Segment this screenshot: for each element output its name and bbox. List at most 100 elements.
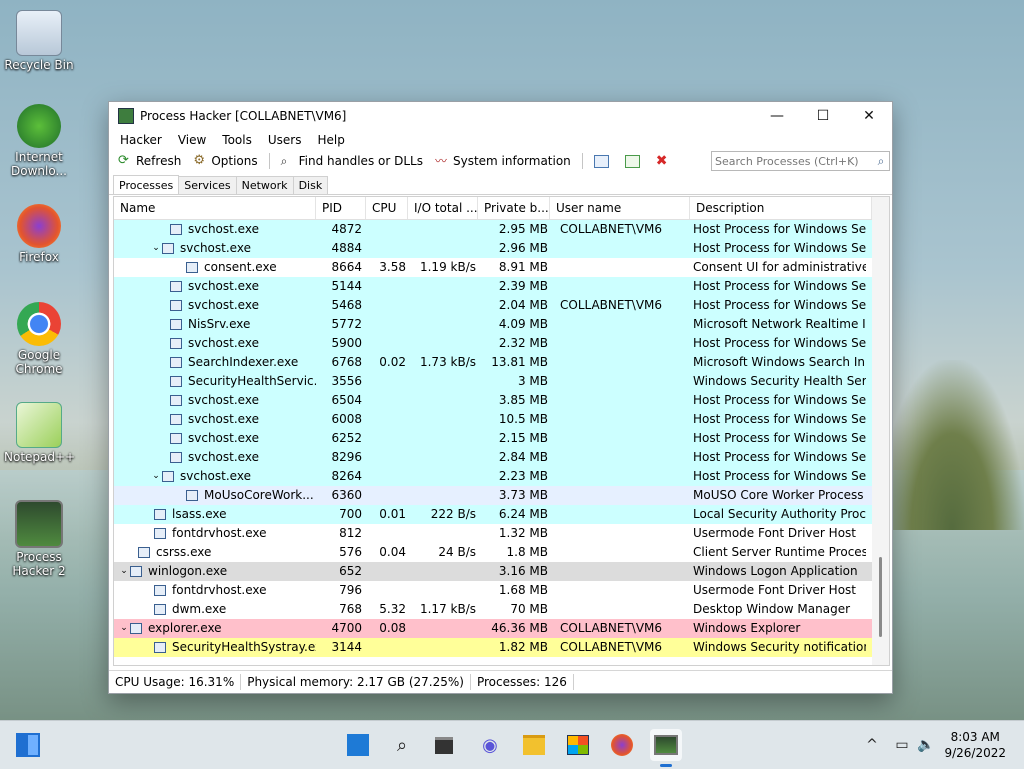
vertical-scrollbar[interactable] (872, 197, 889, 665)
search-icon: ⌕ (877, 153, 885, 168)
title-bar[interactable]: Process Hacker [COLLABNET\VM6] — ☐ ✕ (109, 102, 892, 130)
cell-pid: 6504 (331, 393, 362, 407)
table-row[interactable]: svchost.exe 6008 10.5 MB Host Process for W… (114, 410, 889, 429)
column-header-cpu[interactable]: CPU (366, 197, 408, 219)
cell-cpu (366, 429, 408, 448)
table-row[interactable]: ⌄ svchost.exe 8264 2.23 MB Host Process for … (114, 467, 889, 486)
table-row[interactable]: SecurityHealthServic... 3556 3 MB Windows S… (114, 372, 889, 391)
scrollbar-thumb[interactable] (879, 557, 882, 637)
desktop-icon-notepadpp[interactable]: Notepad++ (4, 402, 75, 464)
column-header-private-bytes[interactable]: Private b... (478, 197, 550, 219)
cell-pid: 768 (339, 602, 362, 616)
file-explorer-button[interactable] (518, 729, 550, 761)
table-row[interactable]: svchost.exe 5900 2.32 MB Host Process for W… (114, 334, 889, 353)
column-header-user-name[interactable]: User name (550, 197, 690, 219)
show-hidden-icons-button[interactable]: ^ (860, 729, 884, 761)
table-row[interactable]: NisSrv.exe 5772 4.09 MB Microsoft Network R… (114, 315, 889, 334)
search-button[interactable]: ⌕ (386, 729, 418, 761)
chevron-down-icon[interactable]: ⌄ (150, 239, 162, 258)
table-row[interactable]: fontdrvhost.exe 796 1.68 MB Usermode Font D… (114, 581, 889, 600)
table-row[interactable]: svchost.exe 4872 2.95 MB COLLABNET\VM6 Host … (114, 220, 889, 239)
system-information-button[interactable]: 〰 System information (430, 151, 576, 171)
cell-cpu: 0.01 (379, 507, 406, 521)
widgets-button[interactable] (12, 729, 44, 761)
column-header-description[interactable]: Description (690, 197, 872, 219)
close-button[interactable]: ✕ (846, 102, 892, 130)
tab-services[interactable]: Services (178, 176, 237, 194)
cell-private-bytes: 1.68 MB (498, 583, 548, 597)
cell-private-bytes: 4.09 MB (498, 317, 548, 331)
process-icon (170, 319, 182, 330)
search-processes-input[interactable]: Search Processes (Ctrl+K) ⌕ (711, 151, 890, 171)
volume-button[interactable]: 🔈 (914, 729, 938, 761)
chevron-down-icon[interactable]: ⌄ (118, 562, 130, 581)
close-red-icon: ✖ (655, 153, 668, 169)
menu-view[interactable]: View (170, 133, 214, 147)
window-go-button[interactable] (620, 151, 649, 171)
cell-io (408, 619, 478, 638)
table-row[interactable]: lsass.exe 700 0.01 222 B/s 6.24 MB Local Secu… (114, 505, 889, 524)
desktop-icon-process-hacker[interactable]: Process Hacker 2 (4, 500, 74, 578)
task-view-button[interactable] (428, 729, 460, 761)
table-row[interactable]: ⌄ svchost.exe 4884 2.96 MB Host Process for … (114, 239, 889, 258)
column-header-name[interactable]: Name (114, 197, 316, 219)
table-row[interactable]: svchost.exe 6252 2.15 MB Host Process for W… (114, 429, 889, 448)
options-button[interactable]: ⚙ Options (188, 151, 262, 171)
table-row[interactable]: svchost.exe 5144 2.39 MB Host Process for W… (114, 277, 889, 296)
menu-hacker[interactable]: Hacker (112, 133, 170, 147)
find-handles-button[interactable]: ⌕ Find handles or DLLs (276, 151, 428, 171)
table-row[interactable]: fontdrvhost.exe 812 1.32 MB Usermode Font D… (114, 524, 889, 543)
cell-description: Host Process for Windows Ser... (693, 469, 866, 483)
menu-help[interactable]: Help (309, 133, 352, 147)
table-row[interactable]: MoUsoCoreWork... 6360 3.73 MB MoUSO Core Wo… (114, 486, 889, 505)
process-icon (170, 338, 182, 349)
table-row[interactable]: dwm.exe 768 5.32 1.17 kB/s 70 MB Desktop Wind… (114, 600, 889, 619)
cell-private-bytes: 3.73 MB (498, 488, 548, 502)
column-header-pid[interactable]: PID (316, 197, 366, 219)
store-button[interactable] (562, 729, 594, 761)
firefox-taskbar-button[interactable] (606, 729, 638, 761)
table-row[interactable]: ⌄ explorer.exe 4700 0.08 46.36 MB COLLABNET\V… (114, 619, 889, 638)
process-icon (170, 376, 182, 387)
start-button[interactable] (342, 729, 374, 761)
desktop-icon-recycle-bin[interactable]: Recycle Bin (4, 10, 74, 72)
process-icon (170, 300, 182, 311)
process-name: SecurityHealthServic... (188, 374, 316, 388)
table-row[interactable]: svchost.exe 8296 2.84 MB Host Process for W… (114, 448, 889, 467)
table-row[interactable]: consent.exe 8664 3.58 1.19 kB/s 8.91 MB Conse… (114, 258, 889, 277)
minimize-button[interactable]: — (754, 102, 800, 130)
chat-button[interactable]: ◉ (474, 729, 506, 761)
process-icon (186, 490, 198, 501)
process-tree[interactable]: Name PID CPU I/O total ... Private b... … (113, 196, 890, 666)
table-row[interactable]: SearchIndexer.exe 6768 0.02 1.73 kB/s 13.81 … (114, 353, 889, 372)
terminate-button[interactable]: ✖ (651, 151, 679, 171)
chevron-down-icon[interactable]: ⌄ (118, 619, 130, 638)
table-row[interactable]: SecurityHealthSystray.exe 3144 1.82 MB COLL… (114, 638, 889, 657)
clock[interactable]: 8:03 AM 9/26/2022 (944, 729, 1006, 761)
chevron-down-icon[interactable]: ⌄ (150, 467, 162, 486)
tab-disk[interactable]: Disk (292, 176, 329, 194)
table-row[interactable]: csrss.exe 576 0.04 24 B/s 1.8 MB Client Serve… (114, 543, 889, 562)
active-app-indicator (660, 764, 672, 767)
table-row[interactable]: svchost.exe 5468 2.04 MB COLLABNET\VM6 Host … (114, 296, 889, 315)
tab-network[interactable]: Network (235, 176, 294, 194)
window-view-button[interactable] (589, 151, 618, 171)
menu-tools[interactable]: Tools (214, 133, 260, 147)
firefox-icon (611, 734, 633, 756)
process-hacker-taskbar-button[interactable] (650, 729, 682, 761)
desktop-icon-internet-download[interactable]: Internet Downlo... (4, 104, 74, 178)
cell-user-name (550, 543, 690, 562)
desktop-icon-firefox[interactable]: Firefox (4, 204, 74, 264)
tab-processes[interactable]: Processes (113, 175, 180, 194)
refresh-button[interactable]: ⟳ Refresh (113, 151, 186, 171)
maximize-button[interactable]: ☐ (800, 102, 846, 130)
table-row[interactable]: ⌄ winlogon.exe 652 3.16 MB Windows Logon App… (114, 562, 889, 581)
column-header-io[interactable]: I/O total ... (408, 197, 478, 219)
process-name: fontdrvhost.exe (172, 583, 267, 597)
menu-users[interactable]: Users (260, 133, 310, 147)
network-button[interactable]: ▭ (890, 729, 914, 761)
table-row[interactable]: svchost.exe 6504 3.85 MB Host Process for W… (114, 391, 889, 410)
desktop-icon-chrome[interactable]: Google Chrome (4, 302, 74, 376)
cell-pid: 700 (339, 507, 362, 521)
cell-io (408, 391, 478, 410)
